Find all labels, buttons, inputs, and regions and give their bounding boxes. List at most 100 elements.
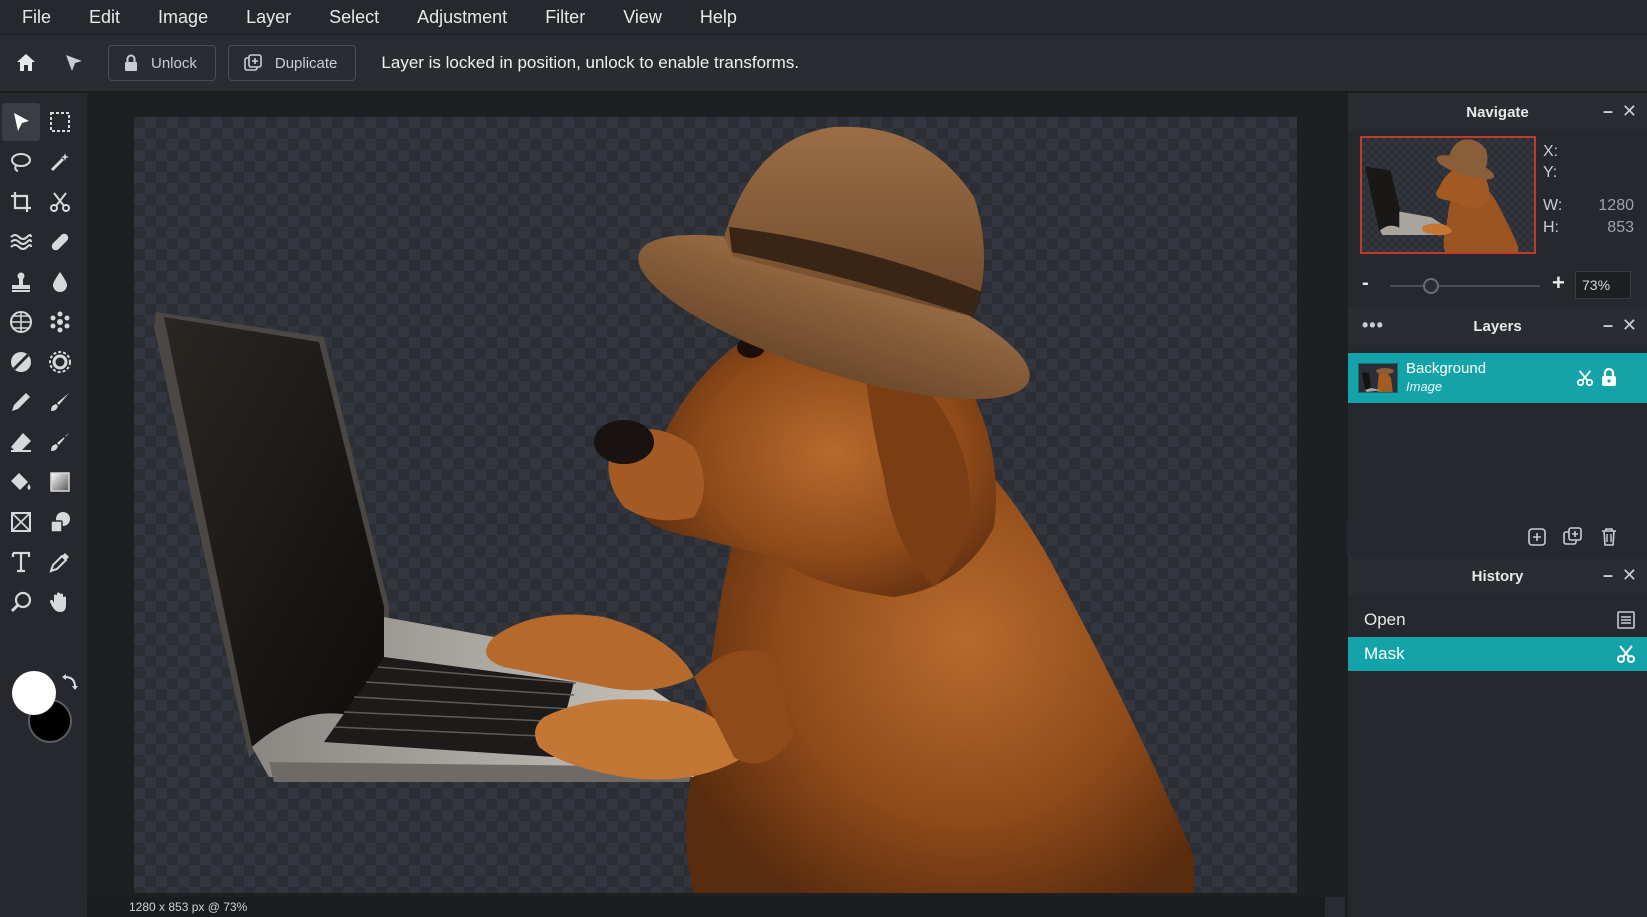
pencil-tool-icon[interactable] <box>2 383 40 421</box>
close-icon[interactable]: ✕ <box>1622 102 1637 120</box>
menu-image[interactable]: Image <box>152 3 214 32</box>
history-title: History <box>1471 567 1524 585</box>
clone-stamp-icon[interactable] <box>2 263 40 301</box>
layer-actions <box>1347 519 1647 557</box>
blur-drop-icon[interactable] <box>41 263 79 301</box>
document-icon <box>1617 611 1635 629</box>
menu-file[interactable]: File <box>16 3 57 32</box>
eyedropper-icon[interactable] <box>41 543 79 581</box>
marquee-tool-icon[interactable] <box>41 103 79 141</box>
home-icon[interactable] <box>4 41 48 85</box>
menu-bar: File Edit Image Layer Select Adjustment … <box>0 0 1647 34</box>
dog-laptop-image <box>154 126 1194 893</box>
layer-thumbnail <box>1358 363 1398 393</box>
image-canvas[interactable] <box>134 117 1297 893</box>
menu-layer[interactable]: Layer <box>240 3 297 32</box>
sharpen-gear-icon[interactable] <box>41 343 79 381</box>
duplicate-layer-icon[interactable] <box>1563 527 1583 547</box>
navigate-panel-header: Navigate – ✕ <box>1348 93 1647 131</box>
foreground-color-swatch[interactable] <box>12 671 56 715</box>
tools-panel <box>0 93 87 917</box>
history-item-open[interactable]: Open <box>1348 603 1647 637</box>
scroll-corner <box>1325 897 1345 917</box>
move-tool-icon[interactable] <box>52 41 96 85</box>
spot-heal-icon[interactable] <box>41 303 79 341</box>
layers-panel-header: ••• Layers – ✕ <box>1348 307 1647 345</box>
history-item-label: Mask <box>1364 644 1405 663</box>
h-value: 853 <box>1607 219 1634 236</box>
unlock-label: Unlock <box>151 54 197 72</box>
bandage-tool-icon[interactable] <box>41 223 79 261</box>
delete-layer-icon[interactable] <box>1600 527 1618 547</box>
dodge-burn-icon[interactable] <box>2 343 40 381</box>
swap-colors-icon[interactable] <box>60 673 80 693</box>
text-tool-icon[interactable] <box>2 543 40 581</box>
brush-tool-icon[interactable] <box>41 383 79 421</box>
paint-bucket-icon[interactable] <box>2 463 40 501</box>
layers-title: Layers <box>1473 317 1522 335</box>
scissors-icon <box>1617 645 1635 663</box>
zoom-in-button[interactable]: + <box>1552 270 1565 296</box>
menu-view[interactable]: View <box>617 3 668 32</box>
layers-panel: Background Image <box>1347 345 1647 557</box>
minimize-icon[interactable]: – <box>1603 316 1613 334</box>
close-icon[interactable]: ✕ <box>1622 566 1637 584</box>
magic-wand-icon[interactable] <box>41 143 79 181</box>
history-panel: Open Mask <box>1348 595 1647 875</box>
x-label: X: <box>1543 143 1559 160</box>
layer-type: Image <box>1406 379 1443 394</box>
sponge-tool-icon[interactable] <box>2 303 40 341</box>
move-tool-icon[interactable] <box>2 103 40 141</box>
add-layer-icon[interactable] <box>1527 527 1547 547</box>
frame-tool-icon[interactable] <box>2 503 40 541</box>
duplicate-button[interactable]: Duplicate <box>227 45 357 81</box>
navigate-panel: X: Y: W: 1280 H: 853 <box>1348 131 1647 269</box>
menu-adjustment[interactable]: Adjustment <box>411 3 513 32</box>
zoom-slider-track[interactable] <box>1390 285 1540 287</box>
hand-tool-icon[interactable] <box>41 583 79 621</box>
minimize-icon[interactable]: – <box>1603 102 1613 120</box>
right-panels: Navigate – ✕ X: Y: W: 1280 H: 853 - + 73… <box>1347 93 1647 917</box>
menu-select[interactable]: Select <box>323 3 385 32</box>
w-value: 1280 <box>1598 197 1634 214</box>
liquify-tool-icon[interactable] <box>2 223 40 261</box>
minimize-icon[interactable]: – <box>1603 566 1613 584</box>
h-label: H: <box>1543 219 1559 236</box>
crop-tool-icon[interactable] <box>2 183 40 221</box>
color-replace-icon[interactable] <box>41 423 79 461</box>
mask-scissors-icon[interactable] <box>1576 369 1594 387</box>
menu-filter[interactable]: Filter <box>539 3 591 32</box>
more-options-icon[interactable]: ••• <box>1362 315 1384 336</box>
zoom-out-button[interactable]: - <box>1362 272 1369 295</box>
lock-icon[interactable] <box>1601 368 1617 387</box>
workspace <box>87 93 1347 897</box>
history-panel-header: History – ✕ <box>1348 557 1647 595</box>
menu-help[interactable]: Help <box>694 3 743 32</box>
status-dimensions: 1280 x 853 px @ 73% <box>129 900 248 914</box>
duplicate-icon <box>244 54 262 71</box>
history-item-mask[interactable]: Mask <box>1348 637 1647 671</box>
duplicate-label: Duplicate <box>274 54 338 72</box>
history-item-label: Open <box>1364 610 1406 629</box>
lock-icon <box>125 54 137 71</box>
zoom-row: - + <box>1348 269 1647 301</box>
menu-edit[interactable]: Edit <box>83 3 126 32</box>
zoom-slider-handle[interactable] <box>1422 278 1439 294</box>
w-label: W: <box>1543 197 1563 214</box>
shape-tool-icon[interactable] <box>41 503 79 541</box>
gradient-tool-icon[interactable] <box>41 463 79 501</box>
layer-row[interactable]: Background Image <box>1348 353 1647 403</box>
eraser-tool-icon[interactable] <box>2 423 40 461</box>
lock-message: Layer is locked in position, unlock to e… <box>381 53 800 72</box>
navigator-thumbnail[interactable] <box>1360 136 1536 254</box>
options-bar: Unlock Duplicate Layer is locked in posi… <box>0 34 1647 92</box>
lasso-tool-icon[interactable] <box>2 143 40 181</box>
unlock-button[interactable]: Unlock <box>108 45 216 81</box>
layer-name: Background <box>1406 360 1487 377</box>
zoom-tool-icon[interactable] <box>2 583 40 621</box>
y-label: Y: <box>1543 164 1558 181</box>
status-bar: 1280 x 853 px @ 73% <box>87 897 1347 917</box>
scissors-icon[interactable] <box>41 183 79 221</box>
close-icon[interactable]: ✕ <box>1622 316 1637 334</box>
zoom-input[interactable] <box>1575 271 1631 299</box>
